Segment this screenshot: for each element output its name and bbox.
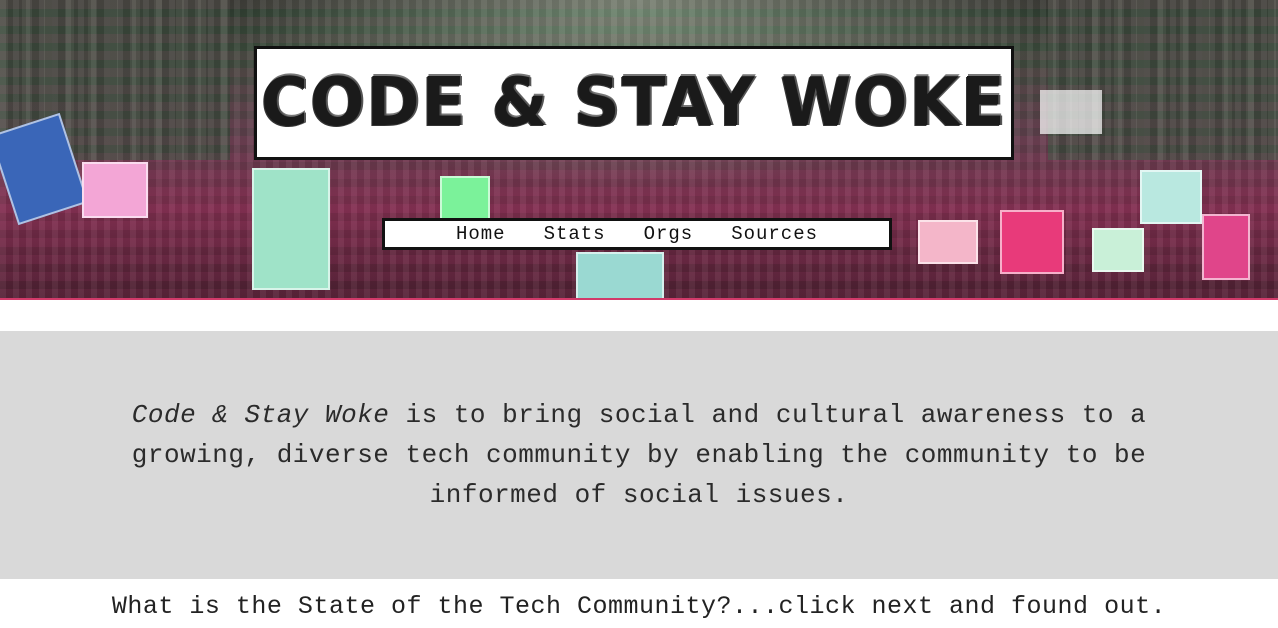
protest-sign (1140, 170, 1202, 224)
logo-text: CODE & STAY WOKE (261, 64, 1007, 142)
site-logo[interactable]: CODE & STAY WOKE (254, 46, 1014, 160)
protest-sign (82, 162, 148, 218)
main-nav: Home Stats Orgs Sources (382, 218, 892, 250)
protest-sign (1000, 210, 1064, 274)
protest-sign (576, 252, 664, 298)
nav-sources[interactable]: Sources (731, 223, 818, 245)
nav-orgs[interactable]: Orgs (644, 223, 694, 245)
mission-statement: Code & Stay Woke is to bring social and … (94, 395, 1184, 515)
mission-brand: Code & Stay Woke (131, 400, 390, 430)
nav-stats[interactable]: Stats (544, 223, 606, 245)
protest-sign (440, 176, 490, 220)
protest-sign (252, 168, 330, 290)
protest-sign (918, 220, 978, 264)
hero-banner: CODE & STAY WOKE Home Stats Orgs Sources (0, 0, 1278, 300)
protest-sign (1040, 90, 1102, 134)
mission-section: Code & Stay Woke is to bring social and … (0, 331, 1278, 579)
protest-sign (1092, 228, 1144, 272)
nav-home[interactable]: Home (456, 223, 506, 245)
tagline: What is the State of the Tech Community?… (111, 592, 1167, 621)
protest-sign (1202, 214, 1250, 280)
